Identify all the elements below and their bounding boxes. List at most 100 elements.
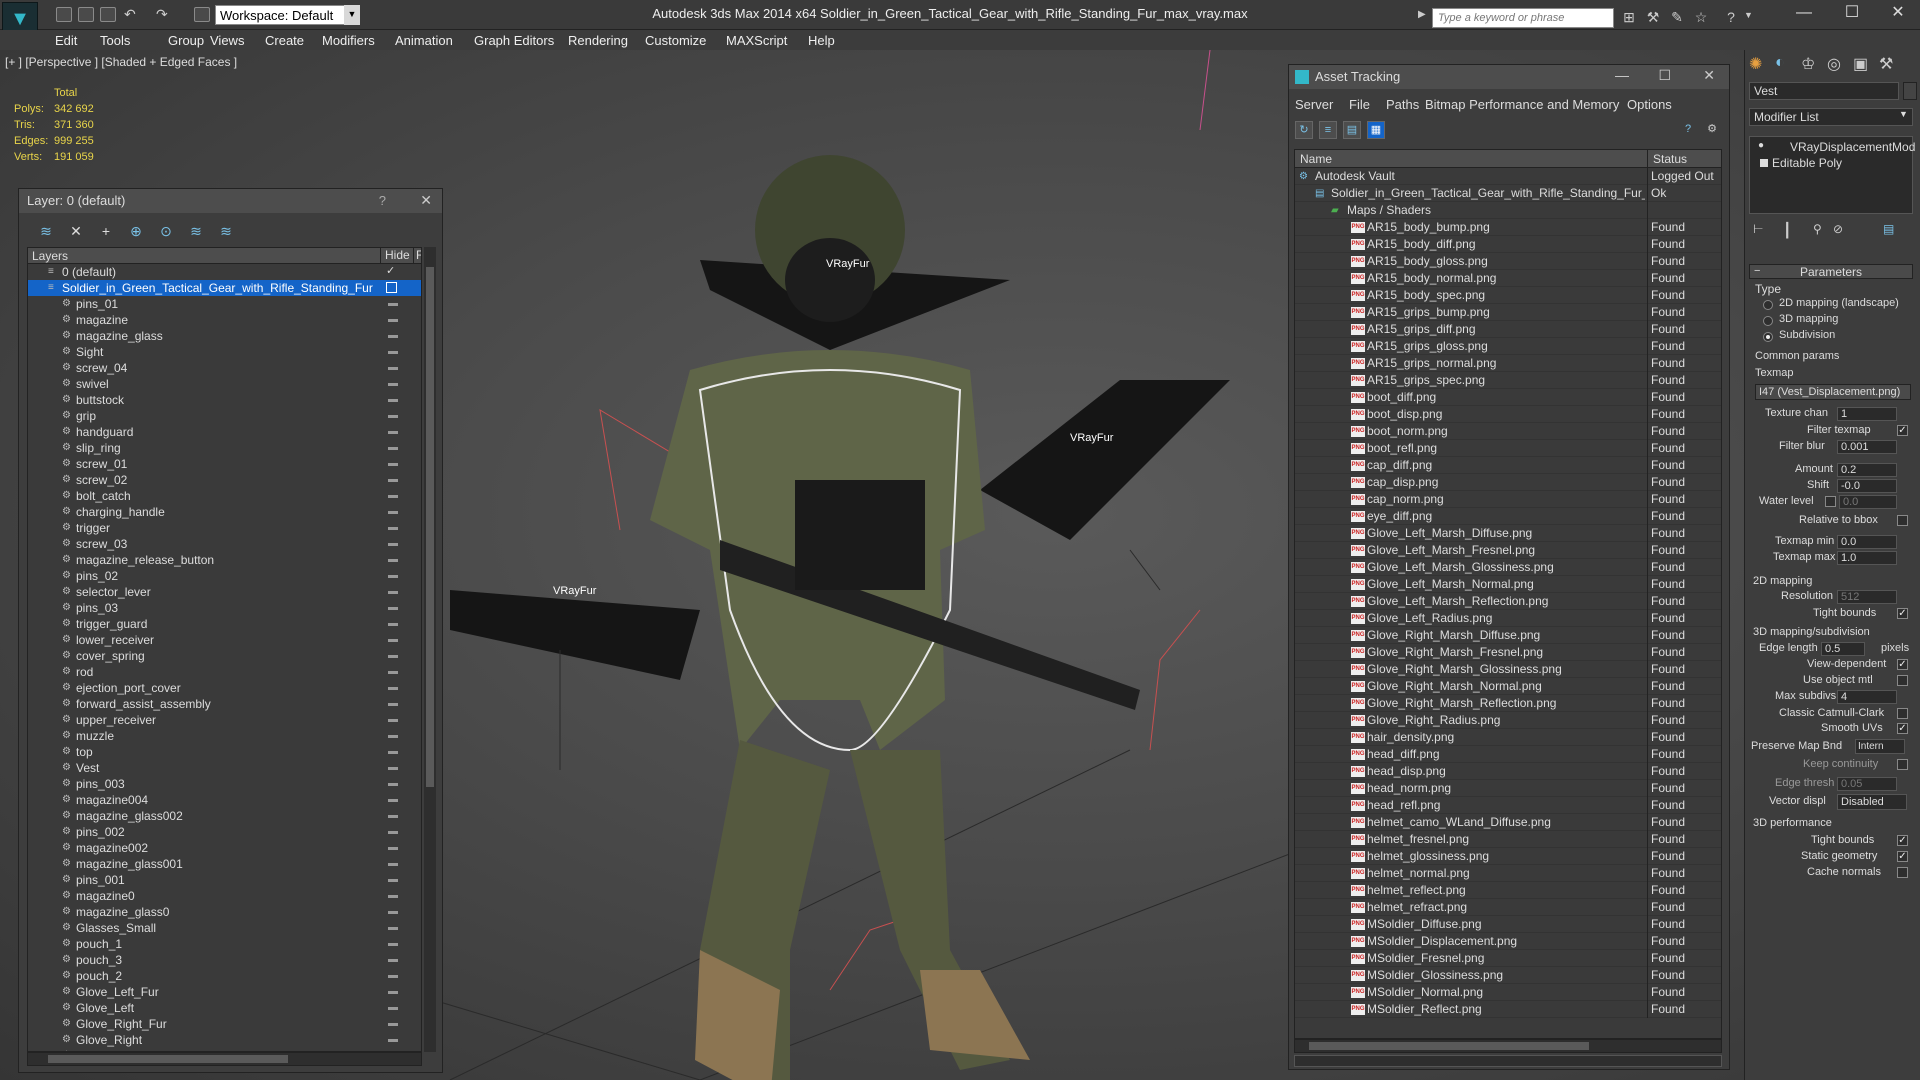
tools-icon[interactable]: ⚒	[1644, 8, 1662, 26]
vrayfur-plane-right[interactable]	[980, 380, 1230, 540]
layer-row[interactable]: ⚙ slip_ring ▬	[28, 440, 421, 456]
asset-row[interactable]: PNG head_disp.png Found	[1295, 763, 1721, 780]
redo-icon[interactable]: ↷	[156, 7, 172, 22]
asset-row[interactable]: PNG AR15_body_gloss.png Found	[1295, 253, 1721, 270]
texmap-min-spinner[interactable]: 0.0	[1837, 535, 1897, 549]
asset-menu-file[interactable]: File	[1349, 97, 1370, 112]
perf-tight-bounds-checkbox[interactable]: ✓	[1897, 835, 1908, 846]
menu-graph-editors[interactable]: Graph Editors	[474, 33, 554, 48]
hide-toggle[interactable]: ▬	[388, 600, 398, 616]
layer-row[interactable]: ⚙ trigger ▬	[28, 520, 421, 536]
layer-row[interactable]: ⚙ magazine_release_button ▬	[28, 552, 421, 568]
layer-row[interactable]: ⚙ Sight ▬	[28, 344, 421, 360]
hide-toggle[interactable]: ▬	[388, 312, 398, 328]
asset-row[interactable]: PNG eye_diff.png Found	[1295, 508, 1721, 525]
layer-row[interactable]: ⚙ swivel ▬	[28, 376, 421, 392]
asset-row[interactable]: PNG AR15_body_spec.png Found	[1295, 287, 1721, 304]
layer-row[interactable]: ⚙ pins_003 ▬	[28, 776, 421, 792]
help-icon[interactable]: ?	[1722, 8, 1740, 26]
hide-toggle[interactable]: ▬	[388, 728, 398, 744]
layer-row[interactable]: ⚙ Glove_Left ▬	[28, 1000, 421, 1016]
water-level-checkbox[interactable]	[1825, 496, 1836, 507]
layer-row[interactable]: ⚙ magazine_glass002 ▬	[28, 808, 421, 824]
hide-toggle[interactable]: ▬	[388, 1032, 398, 1048]
hide-column-header[interactable]: Hide	[380, 248, 410, 264]
layer-row[interactable]: ⚙ magazine_glass0 ▬	[28, 904, 421, 920]
freeze-all-icon[interactable]: ≋	[217, 222, 235, 240]
maximize-icon[interactable]: ☐	[1658, 67, 1671, 84]
maximize-icon[interactable]: ☐	[1830, 2, 1874, 26]
layer-row[interactable]: ⚙ cover_spring ▬	[28, 648, 421, 664]
hide-toggle[interactable]: ▬	[388, 648, 398, 664]
relative-bbox-checkbox[interactable]	[1897, 515, 1908, 526]
motion-tab-icon[interactable]: ◎	[1827, 54, 1841, 74]
settings-icon[interactable]: ⚙	[1703, 121, 1721, 139]
hide-toggle[interactable]: ▬	[388, 696, 398, 712]
hierarchy-tab-icon[interactable]: ♔	[1801, 54, 1815, 74]
select-objects-icon[interactable]: ⊕	[127, 222, 145, 240]
utilities-tab-icon[interactable]: ⚒	[1879, 54, 1893, 74]
cache-normals-checkbox[interactable]	[1897, 867, 1908, 878]
asset-row[interactable]: PNG Glove_Right_Radius.png Found	[1295, 712, 1721, 729]
classic-catmull-checkbox[interactable]	[1897, 708, 1908, 719]
hide-toggle[interactable]: ▬	[388, 856, 398, 872]
filter-texmap-checkbox[interactable]: ✓	[1897, 425, 1908, 436]
layer-row[interactable]: ⚙ pouch_3 ▬	[28, 952, 421, 968]
water-level-spinner[interactable]: 0.0	[1839, 495, 1897, 509]
layer-row[interactable]: ⚙ lower_receiver ▬	[28, 632, 421, 648]
minimize-icon[interactable]: —	[1615, 67, 1629, 83]
hide-toggle[interactable]: ▬	[388, 536, 398, 552]
object-name-field[interactable]: Vest	[1749, 82, 1899, 100]
asset-row[interactable]: PNG Glove_Right_Marsh_Normal.png Found	[1295, 678, 1721, 695]
hide-toggle[interactable]: ▬	[388, 872, 398, 888]
layers-icon[interactable]: ≋	[37, 222, 55, 240]
resolution-spinner[interactable]: 512	[1837, 590, 1897, 604]
hide-toggle[interactable]: ▬	[388, 664, 398, 680]
asset-row[interactable]: PNG AR15_body_diff.png Found	[1295, 236, 1721, 253]
table-view-icon[interactable]: ▦	[1367, 121, 1385, 139]
view-dependent-checkbox[interactable]: ✓	[1897, 659, 1908, 670]
shift-spinner[interactable]: -0.0	[1837, 479, 1897, 493]
make-unique-icon[interactable]: ⚲	[1813, 222, 1822, 236]
hide-toggle[interactable]: ▬	[388, 760, 398, 776]
hide-toggle[interactable]: ▬	[388, 488, 398, 504]
parameters-rollout-header[interactable]: − Parameters	[1749, 264, 1913, 279]
refresh-icon[interactable]: ↻	[1295, 121, 1313, 139]
smooth-uvs-checkbox[interactable]: ✓	[1897, 723, 1908, 734]
layer-row[interactable]: ⚙ handguard ▬	[28, 424, 421, 440]
hide-toggle[interactable]: ▬	[388, 344, 398, 360]
layer-row[interactable]: ⚙ selector_lever ▬	[28, 584, 421, 600]
add-layer-icon[interactable]: +	[97, 222, 115, 240]
asset-row[interactable]: PNG boot_diff.png Found	[1295, 389, 1721, 406]
save-file-icon[interactable]	[100, 7, 116, 22]
menu-create[interactable]: Create	[265, 33, 304, 48]
workspace-dropdown[interactable]: Workspace: Default	[215, 5, 360, 25]
asset-row[interactable]: PNG AR15_body_bump.png Found	[1295, 219, 1721, 236]
highlight-layer-icon[interactable]: ⊙	[157, 222, 175, 240]
layer-row[interactable]: ⚙ Glove_Right_Fur ▬	[28, 1016, 421, 1032]
hide-toggle[interactable]: ▬	[388, 408, 398, 424]
menu-animation[interactable]: Animation	[395, 33, 453, 48]
edge-length-spinner[interactable]: 0.5	[1821, 642, 1865, 656]
hide-toggle[interactable]: ▬	[388, 984, 398, 1000]
hide-toggle[interactable]: ▬	[388, 328, 398, 344]
layer-row[interactable]: ⚙ screw_04 ▬	[28, 360, 421, 376]
layer-vertical-scrollbar[interactable]	[424, 247, 436, 1052]
layer-row[interactable]: ⚙ Vest ▬	[28, 760, 421, 776]
asset-row[interactable]: PNG boot_refl.png Found	[1295, 440, 1721, 457]
hide-toggle[interactable]: ▬	[388, 1016, 398, 1032]
layer-row[interactable]: ⚙ Glove_Right ▬	[28, 1032, 421, 1048]
close-icon[interactable]: ✕	[420, 192, 432, 209]
hide-toggle[interactable]: ▬	[388, 584, 398, 600]
layer-row[interactable]: ⚙ magazine ▬	[28, 312, 421, 328]
hide-toggle[interactable]: ▬	[388, 376, 398, 392]
remove-modifier-icon[interactable]: ⊘	[1833, 222, 1843, 236]
favorites-star-icon[interactable]: ☆	[1692, 8, 1710, 26]
asset-row[interactable]: PNG MSoldier_Fresnel.png Found	[1295, 950, 1721, 967]
tight-bounds-checkbox[interactable]: ✓	[1897, 608, 1908, 619]
asset-row[interactable]: PNG MSoldier_Diffuse.png Found	[1295, 916, 1721, 933]
layer-row[interactable]: ⚙ pins_02 ▬	[28, 568, 421, 584]
layer-row[interactable]: ⚙ magazine_glass001 ▬	[28, 856, 421, 872]
subscription-icon[interactable]: ✎	[1668, 8, 1686, 26]
static-geometry-checkbox[interactable]: ✓	[1897, 851, 1908, 862]
